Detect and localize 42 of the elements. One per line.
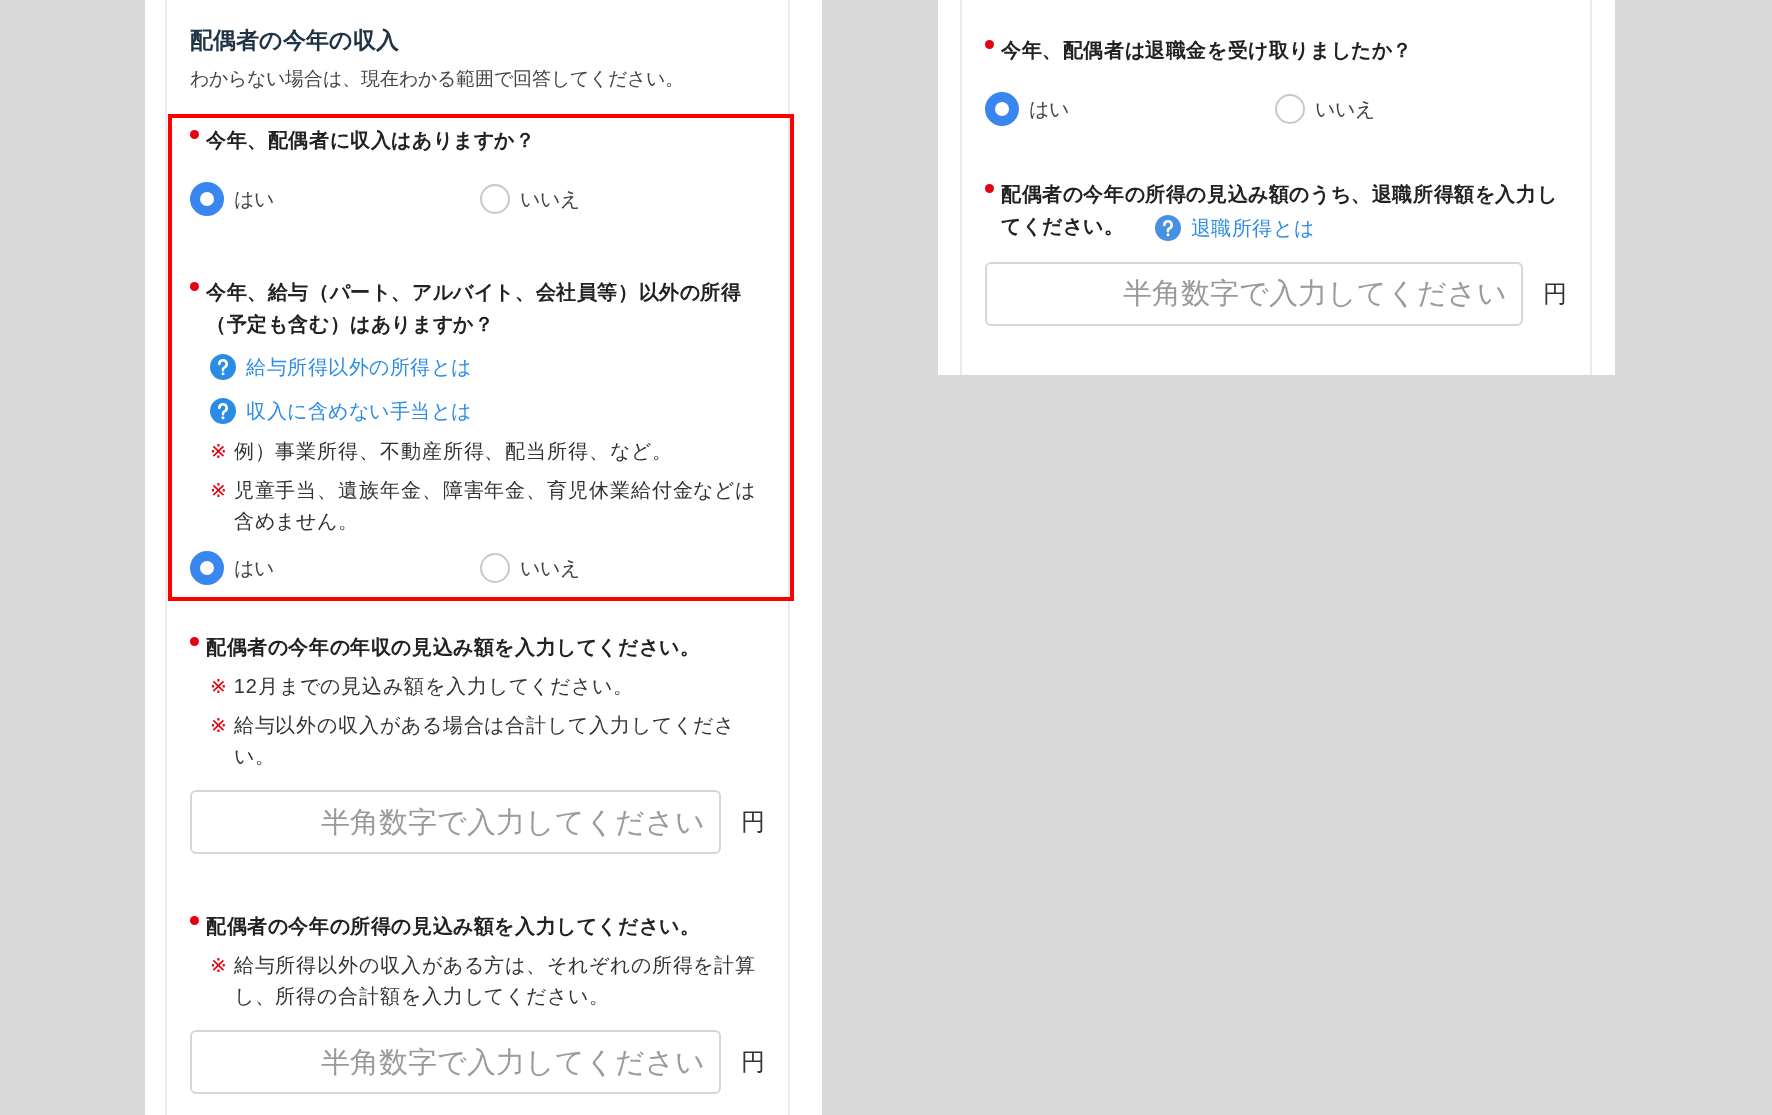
radio-button[interactable] [480,184,510,214]
note-mark: ※ [210,439,228,464]
radio-button[interactable] [985,92,1019,126]
radio-option[interactable]: いいえ [1275,92,1375,126]
unit-label: 円 [1543,278,1567,309]
radio-button[interactable] [480,553,510,583]
radio-button[interactable] [190,182,224,216]
help-link[interactable]: 収入に含めない手当とは [210,394,765,428]
radio-button[interactable] [190,551,224,585]
question-label: 配偶者の今年の年収の見込み額を入力してください。 [206,635,701,660]
unit-label: 円 [741,1047,765,1077]
note-mark: ※ [210,674,228,699]
question-label: 今年、配偶者に収入はありますか？ [206,128,536,153]
radio-option[interactable]: いいえ [480,182,580,216]
note-text: 12月までの見込み額を入力してください。 [233,674,634,699]
amount-field[interactable]: 半角数字で入力してください [985,261,1523,326]
amount-field[interactable]: 半角数字で入力してください [190,790,721,854]
radio-option[interactable]: はい [985,92,1069,126]
note-mark: ※ [210,713,228,738]
help-icon [210,398,236,424]
note-text: 給与所得以外の収入がある方は、それぞれの所得を計算し、所得の合計額を入力してください。 [233,953,758,1009]
question-label: 配偶者の今年の所得の見込み額のうち、退職所得額を入力してください。 退職所得とは [1001,178,1567,244]
radio-option[interactable]: いいえ [480,551,580,585]
section-title: 配偶者の今年の収入 [190,26,400,54]
help-link[interactable]: 給与所得以外の所得とは [210,350,765,384]
unit-label: 円 [741,807,765,837]
help-icon [210,354,236,380]
note-mark: ※ [210,478,228,503]
note-text: 給与以外の収入がある場合は合計して入力してください。 [233,713,737,769]
help-icon [1154,214,1181,241]
question-label: 今年、給与（パート、アルバイト、会社員等）以外の所得（予定も含む）はありますか？ [206,280,743,337]
section-description: わからない場合は、現在わかる範囲で回答してください。 [190,67,685,91]
note-mark: ※ [210,953,228,978]
radio-option[interactable]: はい [190,182,274,216]
question-label: 配偶者の今年の所得の見込み額を入力してください。 [206,914,701,939]
radio-button[interactable] [1275,94,1305,124]
radio-option[interactable]: はい [190,551,274,585]
note-text: 例）事業所得、不動産所得、配当所得、など。 [233,439,673,464]
note-text: 児童手当、遺族年金、障害年金、育児休業給付金などは含めません。 [233,478,758,534]
amount-field[interactable]: 半角数字で入力してください [190,1030,721,1094]
help-link[interactable]: 退職所得とは [1154,211,1315,244]
question-label: 今年、配偶者は退職金を受け取りましたか？ [1001,38,1413,63]
